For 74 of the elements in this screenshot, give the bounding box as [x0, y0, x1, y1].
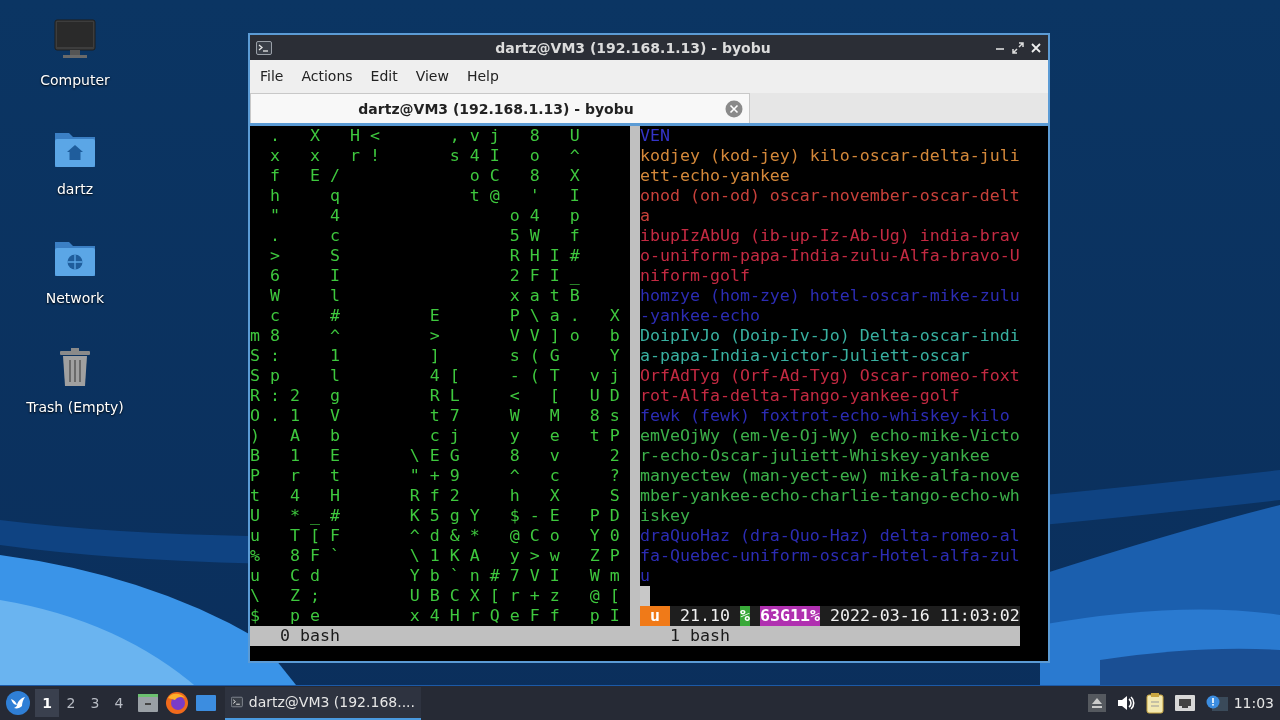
icon-label[interactable]: dartz [56, 181, 94, 197]
terminal-line: ) A b c j y e t P [250, 426, 621, 446]
volume-icon[interactable] [1115, 694, 1136, 712]
terminal-line: t 4 H R f 2 h X S [250, 486, 621, 506]
window-title: dartz@VM3 (192.168.1.13) - byobu [494, 39, 772, 56]
terminal-line: S p l 4 [ - ( T v j [250, 366, 621, 386]
terminal-line: $ p e x 4 H r Q e F f p I [250, 606, 621, 626]
terminal-line: m 8 ^ > V V ] o b [250, 326, 621, 346]
terminal-line: U * _ # K 5 g Y $ - E P D [250, 506, 621, 526]
terminal-line: DoipIvJo (Doip-Iv-Jo) Delta-oscar-india-papa-India-victor-Juliett-oscar [640, 326, 1020, 366]
terminal-line: " 4 o 4 p [268, 206, 581, 226]
terminal-line: S : 1 ] s ( G Y [250, 346, 621, 366]
terminal-line: ibupIzAbUg (ib-up-Iz-Ab-Ug) india-bravo-uniform-papa-India-zulu-Alfa-bravo-Uniform-golf [640, 226, 1020, 286]
menu-item[interactable]: View [406, 60, 458, 93]
terminal-icon [256, 40, 272, 55]
window-icon[interactable] [195, 694, 217, 712]
clock[interactable]: 11:03 [1233, 695, 1274, 711]
workspace-button[interactable]: 2 [59, 689, 83, 717]
task-button[interactable]: dartz@VM3 (192.168.... [225, 686, 421, 720]
window-list-item[interactable]: 1 bash [640, 626, 730, 645]
terminal-line: 6 I 2 F I _ [268, 266, 581, 286]
status-text: 21.10 [679, 606, 731, 626]
terminal-line: . c 5 W f [268, 226, 581, 246]
terminal-line: O . 1 V t 7 W M 8 s [250, 406, 621, 426]
terminal-line: f E / o C 8 X [268, 166, 581, 186]
terminal-line: fewk (fewk) foxtrot-echo-whiskey-kilo [640, 406, 1010, 426]
icon-label[interactable]: Network [45, 290, 105, 306]
terminal-line: W l x a t B [268, 286, 581, 306]
status-segment: 63G11% [759, 606, 820, 626]
terminal-line: u T [ F ^ d & * @ C o Y 0 [250, 526, 621, 546]
maximize-icon[interactable] [1012, 41, 1024, 54]
status-text: 2022-03-16 11:03:02 [828, 606, 1020, 626]
terminal-line: B 1 E \ E G 8 v 2 [250, 446, 621, 466]
terminal-line: R : 2 g R L < [ U D [250, 386, 621, 406]
status-segment: % [739, 606, 750, 626]
terminal-icon [231, 695, 243, 709]
clipboard-icon[interactable] [1145, 692, 1164, 714]
menu-item[interactable]: Help [457, 60, 508, 93]
workspace-button[interactable]: 1 [35, 689, 59, 717]
icon-label[interactable]: Computer [40, 72, 110, 88]
terminal-line: h q t @ ' I [268, 186, 581, 206]
terminal-line: OrfAdTyg (Orf-Ad-Tyg) Oscar-romeo-foxtrot-Alfa-delta-Tango-yankee-golf [640, 366, 1020, 406]
terminal-line: kodjey (kod-jey) kilo-oscar-delta-juliett-echo-yankee [640, 146, 1020, 186]
eject-icon[interactable] [1087, 694, 1106, 712]
bird-logo-icon[interactable] [5, 690, 31, 716]
workspace-button[interactable]: 4 [107, 689, 131, 717]
ethernet-icon[interactable] [1173, 694, 1196, 712]
terminal-line: manyectew (man-yect-ew) mike-alfa-november-yankee-echo-charlie-tango-echo-whiskey [640, 466, 1020, 526]
drawer-icon[interactable] [137, 693, 159, 713]
workspace-button[interactable]: 3 [83, 689, 107, 717]
status-segment: u [640, 606, 670, 626]
menu-item[interactable]: Edit [361, 60, 407, 93]
terminal-line: \ Z ; U B C X [ r + z @ [ [250, 586, 621, 606]
tab[interactable]: dartz@VM3 (192.168.1.13) - byobu [250, 93, 750, 123]
terminal-line: u C d Y b ` n # 7 V I W m [250, 566, 621, 586]
menu-item[interactable]: Actions [292, 60, 362, 93]
icon-label[interactable]: Trash (Empty) [26, 399, 124, 415]
notification-icon[interactable] [1205, 694, 1228, 712]
terminal-line: P r t " + 9 ^ c ? [250, 466, 621, 486]
terminal-line: x x r ! s 4 I o ^ [268, 146, 581, 166]
terminal-line: % 8 F ` \ 1 K A y > w Z P [250, 546, 621, 566]
browser-icon[interactable] [165, 691, 189, 715]
menu-item[interactable]: File [251, 60, 293, 93]
window-list-item[interactable]: 0 bash [250, 626, 340, 645]
terminal-line: . X H < , v j 8 U [268, 126, 581, 146]
terminal-line: draQuoHaz (dra-Quo-Haz) delta-romeo-alfa-Quebec-uniform-oscar-Hotel-alfa-zulu [640, 526, 1020, 586]
text-cursor [640, 586, 650, 606]
monitor-icon[interactable] [53, 18, 97, 60]
terminal-line: onod (on-od) oscar-november-oscar-delta [640, 186, 1020, 226]
terminal-line: VEN [640, 126, 670, 146]
terminal-line: homzye (hom-zye) hotel-oscar-mike-zulu-yankee-echo [640, 286, 1020, 326]
close-icon[interactable] [1030, 41, 1042, 54]
terminal-line: c # E P \ a . X [268, 306, 621, 326]
terminal-line: > S R H I # [268, 246, 581, 266]
